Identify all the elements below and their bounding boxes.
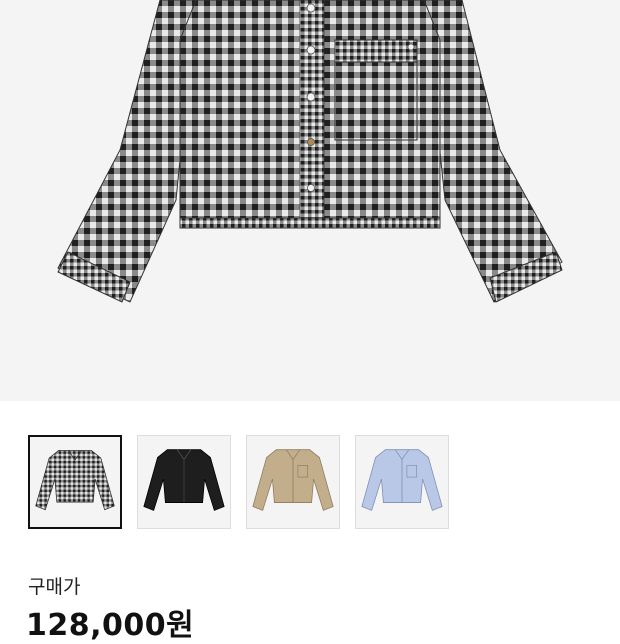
thumbnail-black[interactable] [137, 435, 231, 529]
price-value: 128,000원 [26, 608, 195, 643]
thumbnail-gingham-check[interactable] [28, 435, 122, 529]
shirt-thumbnail-beige [252, 449, 334, 511]
thumbnail-beige[interactable] [246, 435, 340, 529]
shirt-illustration [57, 0, 563, 303]
thumbnail-light-blue[interactable] [355, 435, 449, 529]
shirt-thumbnail-gingham [35, 450, 115, 511]
shirt-thumbnail-black [143, 449, 225, 511]
product-main-image [0, 0, 620, 401]
price-label: 구매가 [28, 576, 81, 598]
shirt-thumbnail-light-blue [361, 449, 443, 511]
color-thumbnail-list [28, 435, 449, 529]
